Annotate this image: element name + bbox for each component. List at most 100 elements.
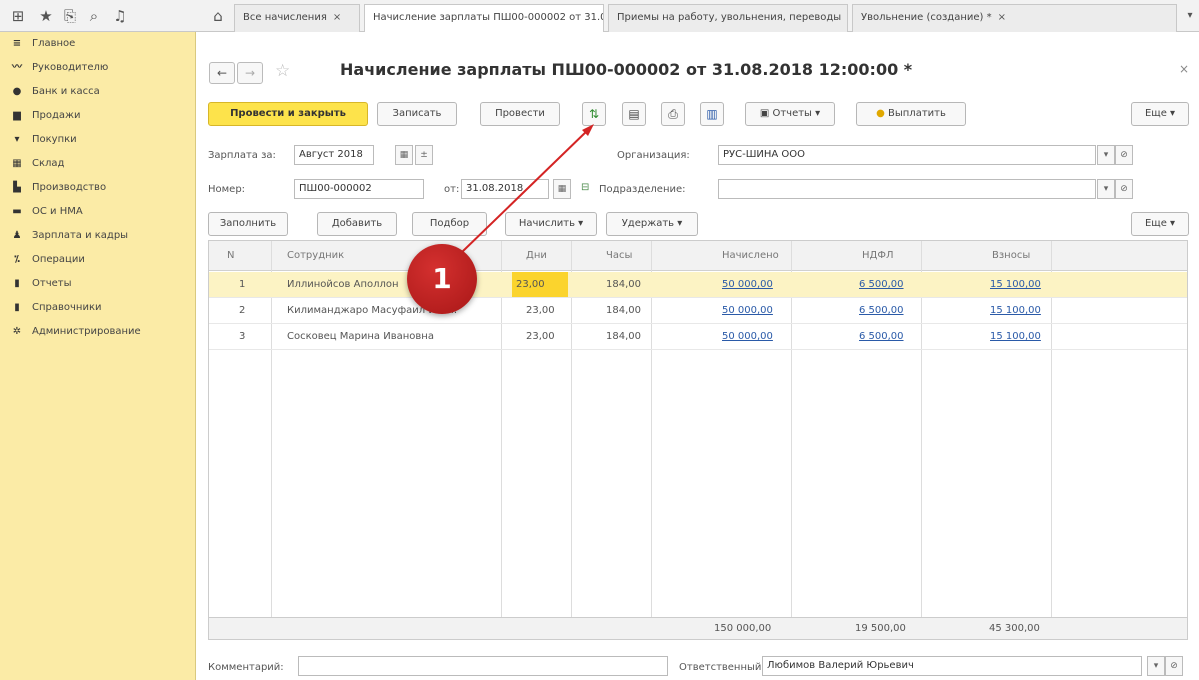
- sidebar-item-label: Руководителю: [32, 62, 109, 73]
- add-button[interactable]: Добавить: [317, 212, 397, 236]
- open-link-icon[interactable]: ⊘: [1115, 145, 1133, 165]
- number-field[interactable]: ПШ00-000002: [294, 179, 424, 199]
- cell-hours[interactable]: 184,00: [606, 331, 641, 342]
- responsible-field[interactable]: Любимов Валерий Юрьевич: [762, 656, 1142, 676]
- responsible-label: Ответственный:: [679, 662, 765, 673]
- sidebar-item-purchases[interactable]: ▾ Покупки: [10, 130, 76, 150]
- table-more-button[interactable]: Еще ▾: [1131, 212, 1189, 236]
- search-icon[interactable]: ⌕: [84, 6, 104, 26]
- calendar-icon[interactable]: ▦: [395, 145, 413, 165]
- structure-icon[interactable]: ▥: [700, 102, 724, 126]
- comment-field[interactable]: [298, 656, 668, 676]
- select-dropdown-icon[interactable]: ▾: [1147, 656, 1165, 676]
- deduct-dropdown-button[interactable]: Удержать ▾: [606, 212, 698, 236]
- sidebar-item-bank[interactable]: ● Банк и касса: [10, 82, 100, 102]
- cell-accrued[interactable]: 50 000,00: [722, 331, 773, 342]
- apps-grid-icon[interactable]: ⊞: [8, 6, 28, 26]
- table-row[interactable]: 3 Сосковец Марина Ивановна 23,00 184,00 …: [209, 324, 1187, 350]
- open-link-icon[interactable]: ⊘: [1115, 179, 1133, 199]
- post-button[interactable]: Провести: [480, 102, 560, 126]
- cell-contributions[interactable]: 15 100,00: [990, 279, 1041, 290]
- select-dropdown-icon[interactable]: ▾: [1097, 179, 1115, 199]
- cell-days[interactable]: 23,00: [526, 331, 555, 342]
- close-icon[interactable]: ×: [847, 12, 848, 23]
- print-icon[interactable]: ⎙: [661, 102, 685, 126]
- column-header-n[interactable]: N: [227, 250, 234, 261]
- column-header-accrued[interactable]: Начислено: [722, 250, 779, 261]
- tab-hiring[interactable]: Приемы на работу, увольнения, переводы ×: [608, 4, 848, 32]
- select-dropdown-icon[interactable]: ▾: [1097, 145, 1115, 165]
- home-icon[interactable]: ⌂: [208, 6, 228, 26]
- pay-button[interactable]: ● Выплатить: [856, 102, 966, 126]
- sidebar-item-sales[interactable]: ▆ Продажи: [10, 106, 81, 126]
- forward-button[interactable]: →: [237, 62, 263, 84]
- column-header-contributions[interactable]: Взносы: [992, 250, 1030, 261]
- cell-contributions[interactable]: 15 100,00: [990, 305, 1041, 316]
- back-button[interactable]: ←: [209, 62, 235, 84]
- date-field[interactable]: 31.08.2018: [461, 179, 549, 199]
- book-icon: ▮: [14, 302, 20, 313]
- dt-kt-postings-icon[interactable]: ⇅: [582, 102, 606, 126]
- tab-label: Начисление зарплаты ПШ00-000002 от 31.08…: [373, 12, 603, 23]
- salary-month-field[interactable]: Август 2018: [294, 145, 374, 165]
- date-label: от:: [444, 184, 460, 195]
- division-field[interactable]: [718, 179, 1096, 199]
- cell-contributions[interactable]: 15 100,00: [990, 331, 1041, 342]
- sidebar-item-label: Справочники: [32, 302, 102, 313]
- cell-hours[interactable]: 184,00: [606, 305, 641, 316]
- sidebar-item-production[interactable]: ▙ Производство: [10, 178, 106, 198]
- sidebar-item-admin[interactable]: ✲ Администрирование: [10, 322, 141, 342]
- select-button[interactable]: Подбор: [412, 212, 487, 236]
- favorite-star-icon[interactable]: ☆: [275, 61, 290, 81]
- open-link-icon[interactable]: ⊘: [1165, 656, 1183, 676]
- star-icon[interactable]: ★: [36, 6, 56, 26]
- sidebar-item-manager[interactable]: 〰 Руководителю: [10, 58, 108, 78]
- chevron-down-icon: ▾: [811, 108, 821, 119]
- cell-ndfl[interactable]: 6 500,00: [859, 279, 904, 290]
- calendar-icon[interactable]: ▦: [553, 179, 571, 199]
- sidebar-item-label: Продажи: [32, 110, 81, 121]
- save-button[interactable]: Записать: [377, 102, 457, 126]
- bell-icon[interactable]: ♫: [110, 6, 130, 26]
- accrue-dropdown-button[interactable]: Начислить ▾: [505, 212, 597, 236]
- column-header-hours[interactable]: Часы: [606, 250, 632, 261]
- column-header-days[interactable]: Дни: [526, 250, 547, 261]
- cell-accrued[interactable]: 50 000,00: [722, 305, 773, 316]
- close-icon[interactable]: ×: [1179, 62, 1189, 76]
- sidebar-item-warehouse[interactable]: ▦ Склад: [10, 154, 64, 174]
- cell-days[interactable]: 23,00: [512, 272, 568, 297]
- page-title: Начисление зарплаты ПШ00-000002 от 31.08…: [340, 60, 913, 79]
- sidebar-item-directories[interactable]: ▮ Справочники: [10, 298, 102, 318]
- close-icon[interactable]: ×: [333, 12, 341, 23]
- cell-days[interactable]: 23,00: [526, 305, 555, 316]
- close-icon[interactable]: ×: [998, 12, 1006, 23]
- reports-dropdown-button[interactable]: ▣ Отчеты ▾: [745, 102, 835, 126]
- cell-accrued[interactable]: 50 000,00: [722, 279, 773, 290]
- tab-all-accruals[interactable]: Все начисления ×: [234, 4, 360, 32]
- cell-ndfl[interactable]: 6 500,00: [859, 331, 904, 342]
- cell-employee[interactable]: Килиманджаро Масуфаил Иги...: [287, 305, 497, 316]
- more-button[interactable]: Еще ▾: [1131, 102, 1189, 126]
- cell-ndfl[interactable]: 6 500,00: [859, 305, 904, 316]
- cell-employee[interactable]: Сосковец Марина Ивановна: [287, 331, 497, 342]
- post-and-close-button[interactable]: Провести и закрыть: [208, 102, 368, 126]
- column-header-ndfl[interactable]: НДФЛ: [862, 250, 893, 261]
- sidebar-item-main[interactable]: ≡ Главное: [10, 34, 76, 54]
- history-icon[interactable]: ⎘: [60, 6, 80, 26]
- tab-dismissal[interactable]: Увольнение (создание) * ×: [852, 4, 1177, 32]
- organization-field[interactable]: РУС-ШИНА ООО: [718, 145, 1096, 165]
- tab-salary-accrual[interactable]: Начисление зарплаты ПШ00-000002 от 31.08…: [364, 4, 604, 33]
- sidebar-item-salary[interactable]: ♟ Зарплата и кадры: [10, 226, 129, 246]
- accruals-table: N Сотрудник Дни Часы Начислено НДФЛ Взно…: [208, 240, 1188, 640]
- column-header-employee[interactable]: Сотрудник: [287, 250, 344, 261]
- sidebar-item-reports[interactable]: ▮ Отчеты: [10, 274, 71, 294]
- month-stepper[interactable]: ±: [415, 145, 433, 165]
- document-icon[interactable]: ▤: [622, 102, 646, 126]
- fill-button[interactable]: Заполнить: [208, 212, 288, 236]
- sidebar-item-operations[interactable]: ⁒ Операции: [10, 250, 85, 270]
- cell-hours[interactable]: 184,00: [606, 279, 641, 290]
- tabs-dropdown-icon[interactable]: ▾: [1180, 6, 1199, 26]
- table-row[interactable]: 2 Килиманджаро Масуфаил Иги... 23,00 184…: [209, 298, 1187, 324]
- sidebar-item-assets[interactable]: ▬ ОС и НМА: [10, 202, 82, 222]
- table-row[interactable]: 1 Иллинойсов Аполлон 23,00 184,00 50 000…: [209, 272, 1187, 298]
